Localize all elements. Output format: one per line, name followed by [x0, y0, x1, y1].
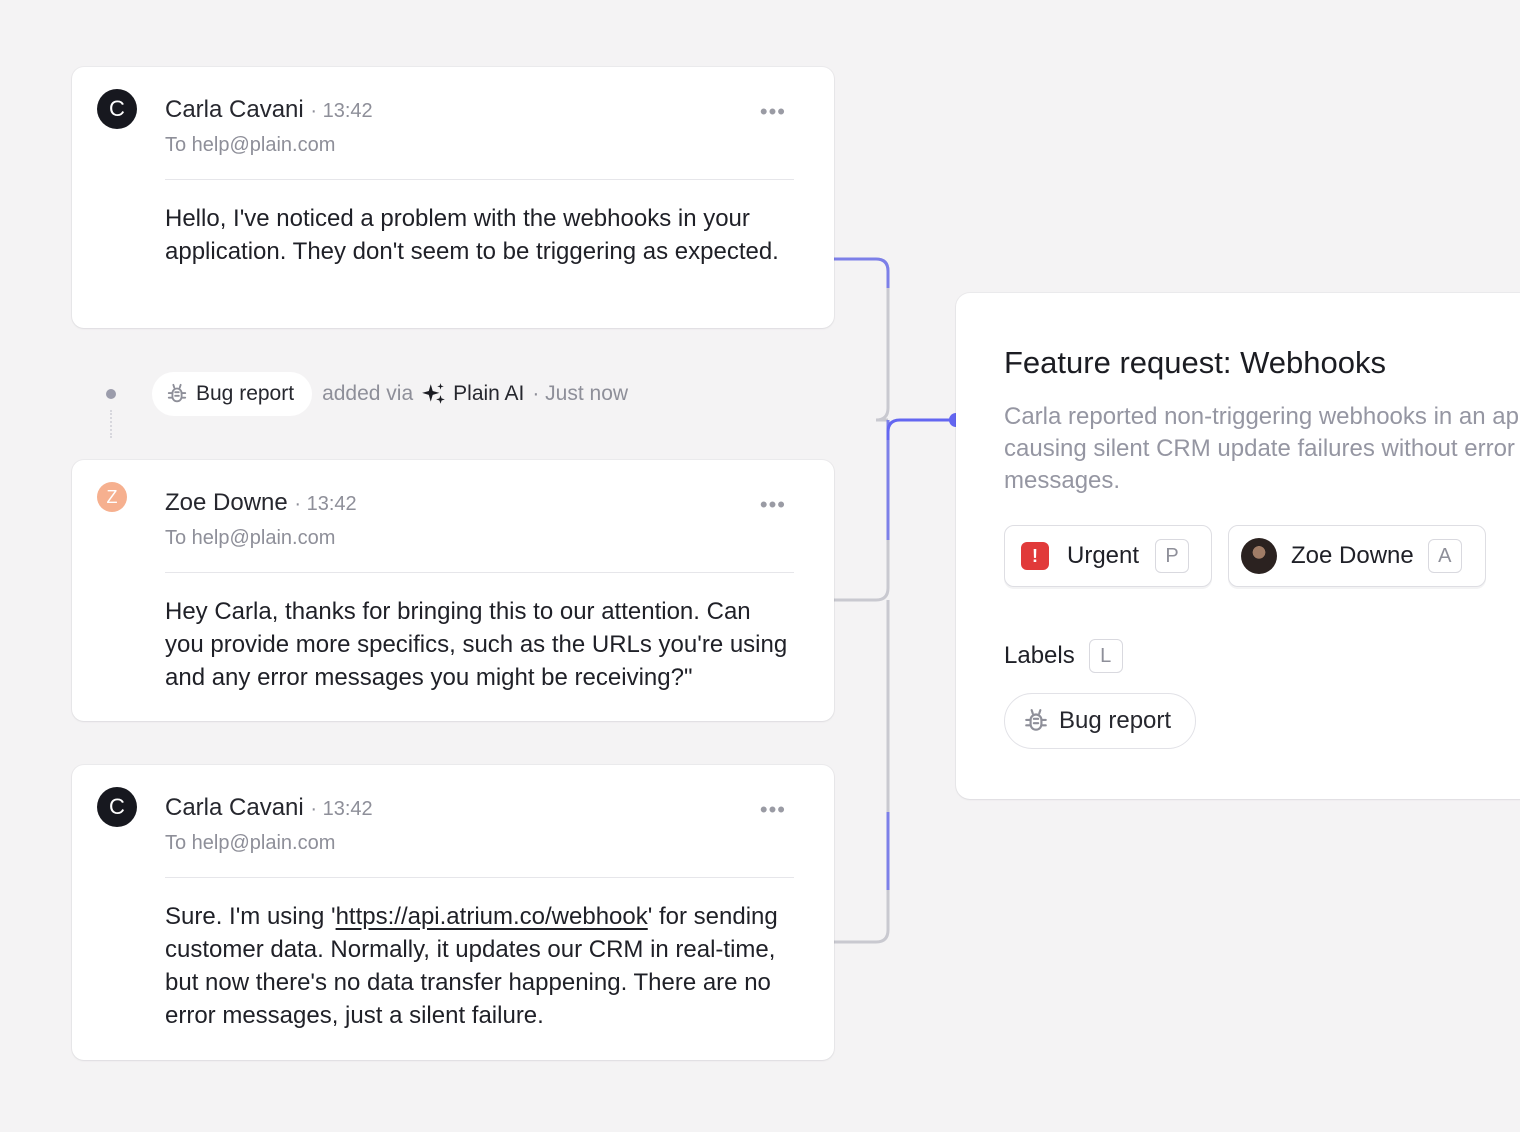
assignee-avatar — [1241, 538, 1277, 574]
message-body: Hello, I've noticed a problem with the w… — [165, 205, 779, 265]
priority-shortcut: P — [1155, 539, 1190, 573]
recipient: To help@plain.com — [165, 527, 336, 549]
panel-description: Carla reported non-triggering webhooks i… — [1004, 403, 1520, 494]
canvas: C Carla Cavani · 13:42 To help@plain.com… — [0, 0, 1520, 1132]
divider — [165, 572, 794, 573]
message-card: Z Zoe Downe · 13:42 To help@plain.com ••… — [72, 460, 834, 721]
recipient: To help@plain.com — [165, 832, 336, 854]
avatar: C — [97, 89, 137, 129]
assignee-label: Zoe Downe — [1291, 542, 1414, 569]
labels-heading: Labels L — [1004, 639, 1123, 673]
event-time: · Just now — [532, 382, 629, 405]
bug-icon — [167, 383, 187, 403]
bug-report-label-pill[interactable]: Bug report — [152, 372, 313, 416]
author-name[interactable]: Carla Cavani — [165, 794, 304, 821]
message-card: C Carla Cavani · 13:42 To help@plain.com… — [72, 67, 834, 328]
message-header: Zoe Downe · 13:42 — [165, 489, 357, 517]
avatar: Z — [97, 482, 127, 512]
pill-label: Bug report — [196, 382, 295, 405]
recipient: To help@plain.com — [165, 134, 336, 156]
labels-shortcut: L — [1088, 639, 1123, 673]
event-source[interactable]: Plain AI — [453, 382, 524, 406]
labels-title: Labels — [1004, 642, 1075, 669]
timeline-dot — [106, 389, 116, 399]
more-options-icon[interactable]: ••• — [760, 492, 786, 518]
panel-title: Feature request: Webhooks — [1004, 345, 1386, 380]
message-header: Carla Cavani · 13:42 — [165, 96, 373, 124]
message-header: Carla Cavani · 13:42 — [165, 794, 373, 822]
assignee-shortcut: A — [1427, 539, 1462, 573]
divider — [165, 179, 794, 180]
timeline-dotted-line — [110, 410, 112, 438]
message-time: · 13:42 — [310, 100, 373, 122]
more-options-icon[interactable]: ••• — [760, 99, 786, 125]
priority-label: Urgent — [1067, 542, 1140, 569]
label-text: Bug report — [1059, 707, 1172, 734]
divider — [165, 877, 794, 878]
message-body: Sure. I'm using 'https://api.atrium.co/w… — [165, 900, 794, 1032]
message-time: · 13:42 — [294, 493, 357, 515]
message-time: · 13:42 — [310, 798, 373, 820]
thread-summary-panel: Feature request: Webhooks Carla reported… — [956, 293, 1520, 799]
webhook-url-link[interactable]: https://api.atrium.co/webhook — [336, 903, 648, 930]
author-name[interactable]: Zoe Downe — [165, 489, 288, 516]
timeline-event: Bug report added via Plain AI · Just now — [100, 372, 628, 416]
author-name[interactable]: Carla Cavani — [165, 96, 304, 123]
avatar: C — [97, 787, 137, 827]
exclamation-icon: ! — [1021, 542, 1049, 570]
assignee-chip[interactable]: Zoe Downe A — [1228, 525, 1486, 587]
message-card: C Carla Cavani · 13:42 To help@plain.com… — [72, 765, 834, 1060]
bug-icon — [1025, 709, 1047, 731]
message-body: Hey Carla, thanks for bringing this to o… — [165, 598, 788, 691]
label-bug-report[interactable]: Bug report — [1004, 693, 1197, 749]
priority-chip[interactable]: ! Urgent P — [1004, 525, 1212, 587]
body-text-before-link: Sure. I'm using ' — [165, 903, 336, 930]
sparkles-icon — [421, 381, 447, 407]
event-added-via: added via — [322, 382, 414, 405]
more-options-icon[interactable]: ••• — [760, 797, 786, 823]
